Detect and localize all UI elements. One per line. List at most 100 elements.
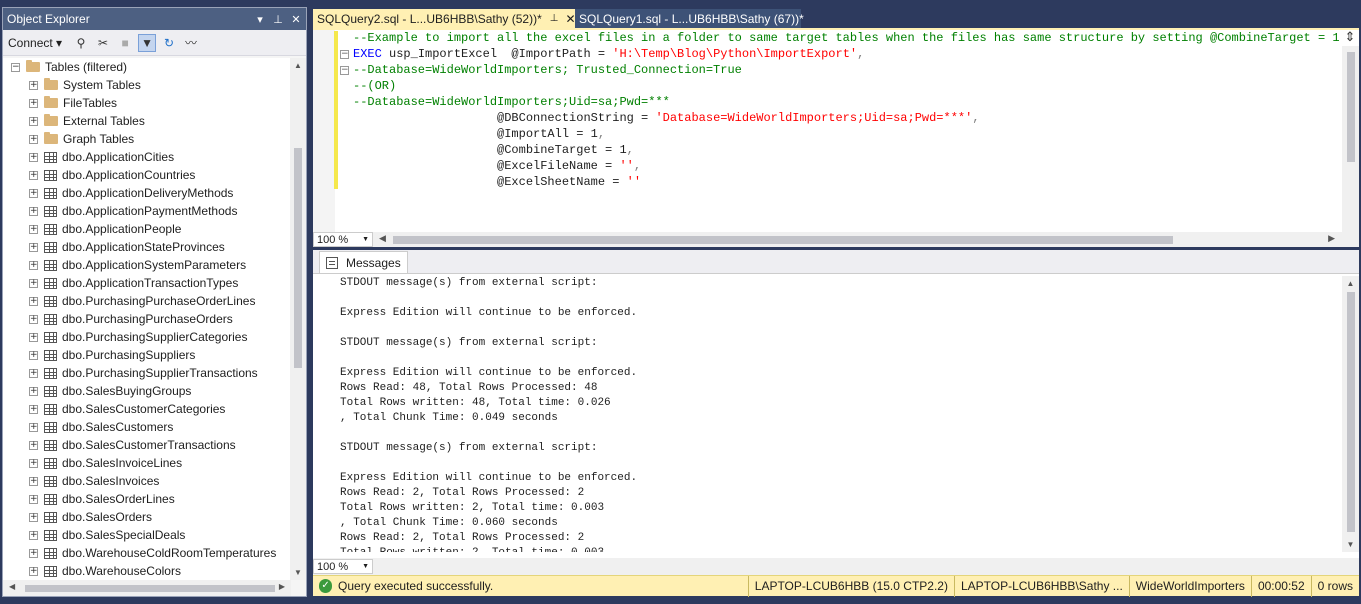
- editor-horizontal-scrollbar[interactable]: ◀ ▶: [373, 232, 1359, 247]
- scroll-down-arrow-icon[interactable]: ▼: [290, 568, 306, 577]
- scrollbar-thumb[interactable]: [1347, 52, 1355, 162]
- scrollbar-thumb[interactable]: [294, 148, 302, 368]
- tree-node-table[interactable]: + dbo.SalesOrders: [3, 508, 291, 526]
- tree-node-table[interactable]: + dbo.SalesSpecialDeals: [3, 526, 291, 544]
- expand-toggle-icon[interactable]: +: [29, 224, 38, 234]
- pin-tab-icon[interactable]: ⊥: [550, 13, 559, 24]
- editor-zoom-select[interactable]: 100 % ▼: [313, 232, 373, 247]
- scrollbar-thumb[interactable]: [25, 585, 275, 592]
- code-line[interactable]: @ImportAll = 1,: [353, 126, 1343, 142]
- messages-output[interactable]: STDOUT message(s) from external script: E…: [340, 276, 1330, 552]
- expand-toggle-icon[interactable]: +: [29, 548, 38, 558]
- tree-node-folder[interactable]: + External Tables: [3, 112, 291, 130]
- expand-toggle-icon[interactable]: +: [29, 206, 38, 216]
- code-line[interactable]: @ExcelSheetName = '': [353, 174, 1343, 190]
- tree-node-table[interactable]: + dbo.SalesOrderLines: [3, 490, 291, 508]
- messages-vertical-scrollbar[interactable]: ▲ ▼: [1342, 276, 1359, 552]
- panel-menu-icon[interactable]: ▾: [252, 13, 268, 26]
- tree-node-table[interactable]: + dbo.PurchasingSupplierCategories: [3, 328, 291, 346]
- connect-plug-icon[interactable]: ⚲: [72, 34, 90, 52]
- tree-node-table[interactable]: + dbo.ApplicationPaymentMethods: [3, 202, 291, 220]
- expand-toggle-icon[interactable]: +: [29, 404, 38, 414]
- code-line[interactable]: --(OR): [353, 78, 1343, 94]
- code-area[interactable]: --Example to import all the excel files …: [353, 30, 1343, 210]
- scroll-right-arrow-icon[interactable]: ▶: [1328, 233, 1335, 244]
- scroll-down-arrow-icon[interactable]: ▼: [1342, 540, 1359, 549]
- expand-toggle-icon[interactable]: +: [29, 170, 38, 180]
- expand-toggle-icon[interactable]: +: [29, 368, 38, 378]
- tree-node-folder[interactable]: + System Tables: [3, 76, 291, 94]
- filter-icon[interactable]: ▼: [138, 33, 157, 52]
- tree-node-table[interactable]: + dbo.ApplicationCities: [3, 148, 291, 166]
- close-panel-icon[interactable]: ✕: [288, 13, 304, 26]
- expand-toggle-icon[interactable]: +: [29, 530, 38, 540]
- code-line[interactable]: @ExcelFileName = '',: [353, 158, 1343, 174]
- stop-icon[interactable]: ■: [116, 34, 134, 52]
- tree-node-folder[interactable]: + Graph Tables: [3, 130, 291, 148]
- results-zoom-select[interactable]: 100 % ▼: [313, 559, 373, 574]
- expand-toggle-icon[interactable]: +: [29, 260, 38, 270]
- tree-node-folder[interactable]: + FileTables: [3, 94, 291, 112]
- tree-node-table[interactable]: + dbo.ApplicationCountries: [3, 166, 291, 184]
- tree-node-table[interactable]: + dbo.PurchasingPurchaseOrderLines: [3, 292, 291, 310]
- activity-monitor-icon[interactable]: 〰: [182, 34, 200, 52]
- expand-toggle-icon[interactable]: +: [29, 566, 38, 576]
- scrollbar-thumb[interactable]: [393, 236, 1173, 244]
- scroll-left-arrow-icon[interactable]: ◀: [9, 582, 15, 591]
- expand-toggle-icon[interactable]: +: [29, 332, 38, 342]
- editor-vertical-scrollbar[interactable]: [1342, 46, 1359, 232]
- tree-node-table[interactable]: + dbo.PurchasingPurchaseOrders: [3, 310, 291, 328]
- tab-sqlquery2[interactable]: SQLQuery2.sql - L...UB6HBB\Sathy (52))* …: [313, 9, 576, 28]
- expand-toggle-icon[interactable]: +: [29, 458, 38, 468]
- tree-node-table[interactable]: + dbo.SalesCustomerTransactions: [3, 436, 291, 454]
- expand-toggle-icon[interactable]: +: [29, 134, 38, 144]
- tree-node-table[interactable]: + dbo.PurchasingSupplierTransactions: [3, 364, 291, 382]
- expand-toggle-icon[interactable]: +: [29, 422, 38, 432]
- object-explorer-vertical-scrollbar[interactable]: ▲ ▼: [290, 58, 306, 580]
- code-line[interactable]: --Database=WideWorldImporters;Uid=sa;Pwd…: [353, 94, 1343, 110]
- refresh-icon[interactable]: ↻: [160, 34, 178, 52]
- code-line[interactable]: --Example to import all the excel files …: [353, 30, 1343, 46]
- collapse-toggle-icon[interactable]: −: [11, 62, 20, 72]
- query-editor[interactable]: − − --Example to import all the excel fi…: [313, 28, 1359, 232]
- tree-node-table[interactable]: + dbo.ApplicationStateProvinces: [3, 238, 291, 256]
- expand-toggle-icon[interactable]: +: [29, 188, 38, 198]
- code-line[interactable]: --Database=WideWorldImporters; Trusted_C…: [353, 62, 1343, 78]
- expand-toggle-icon[interactable]: +: [29, 116, 38, 126]
- expand-toggle-icon[interactable]: +: [29, 494, 38, 504]
- expand-toggle-icon[interactable]: +: [29, 476, 38, 486]
- expand-toggle-icon[interactable]: +: [29, 80, 38, 90]
- scrollbar-thumb[interactable]: [1347, 292, 1355, 532]
- tab-messages[interactable]: Messages: [319, 251, 408, 273]
- fold-toggle-icon[interactable]: −: [340, 50, 349, 59]
- tree-node-table[interactable]: + dbo.SalesCustomers: [3, 418, 291, 436]
- tree-node-table[interactable]: + dbo.WarehouseColors: [3, 562, 291, 580]
- expand-toggle-icon[interactable]: +: [29, 296, 38, 306]
- scroll-left-arrow-icon[interactable]: ◀: [379, 233, 386, 244]
- expand-toggle-icon[interactable]: +: [29, 386, 38, 396]
- expand-toggle-icon[interactable]: +: [29, 440, 38, 450]
- code-line[interactable]: EXEC usp_ImportExcel @ImportPath = 'H:\T…: [353, 46, 1343, 62]
- tree-node-table[interactable]: + dbo.ApplicationSystemParameters: [3, 256, 291, 274]
- expand-toggle-icon[interactable]: +: [29, 242, 38, 252]
- expand-toggle-icon[interactable]: +: [29, 98, 38, 108]
- scroll-up-arrow-icon[interactable]: ▲: [1342, 279, 1359, 288]
- tree-node-tables[interactable]: − Tables (filtered): [3, 58, 291, 76]
- expand-toggle-icon[interactable]: +: [29, 278, 38, 288]
- expand-toggle-icon[interactable]: +: [29, 314, 38, 324]
- tree-node-table[interactable]: + dbo.PurchasingSuppliers: [3, 346, 291, 364]
- tab-sqlquery1[interactable]: SQLQuery1.sql - L...UB6HBB\Sathy (67))*: [575, 9, 804, 28]
- tree-node-table[interactable]: + dbo.WarehouseColdRoomTemperatures: [3, 544, 291, 562]
- scroll-right-arrow-icon[interactable]: ▶: [279, 582, 285, 591]
- pin-icon[interactable]: ⊥: [270, 13, 286, 26]
- connect-button[interactable]: Connect ▾: [8, 36, 62, 50]
- split-window-icon[interactable]: ⇕: [1343, 30, 1357, 44]
- tree-node-table[interactable]: + dbo.SalesCustomerCategories: [3, 400, 291, 418]
- expand-toggle-icon[interactable]: +: [29, 350, 38, 360]
- fold-toggle-icon[interactable]: −: [340, 66, 349, 75]
- code-line[interactable]: @CombineTarget = 1,: [353, 142, 1343, 158]
- tree-node-table[interactable]: + dbo.SalesInvoiceLines: [3, 454, 291, 472]
- code-line[interactable]: @DBConnectionString = 'Database=WideWorl…: [353, 110, 1343, 126]
- scroll-up-arrow-icon[interactable]: ▲: [290, 61, 306, 70]
- tree-node-table[interactable]: + dbo.ApplicationPeople: [3, 220, 291, 238]
